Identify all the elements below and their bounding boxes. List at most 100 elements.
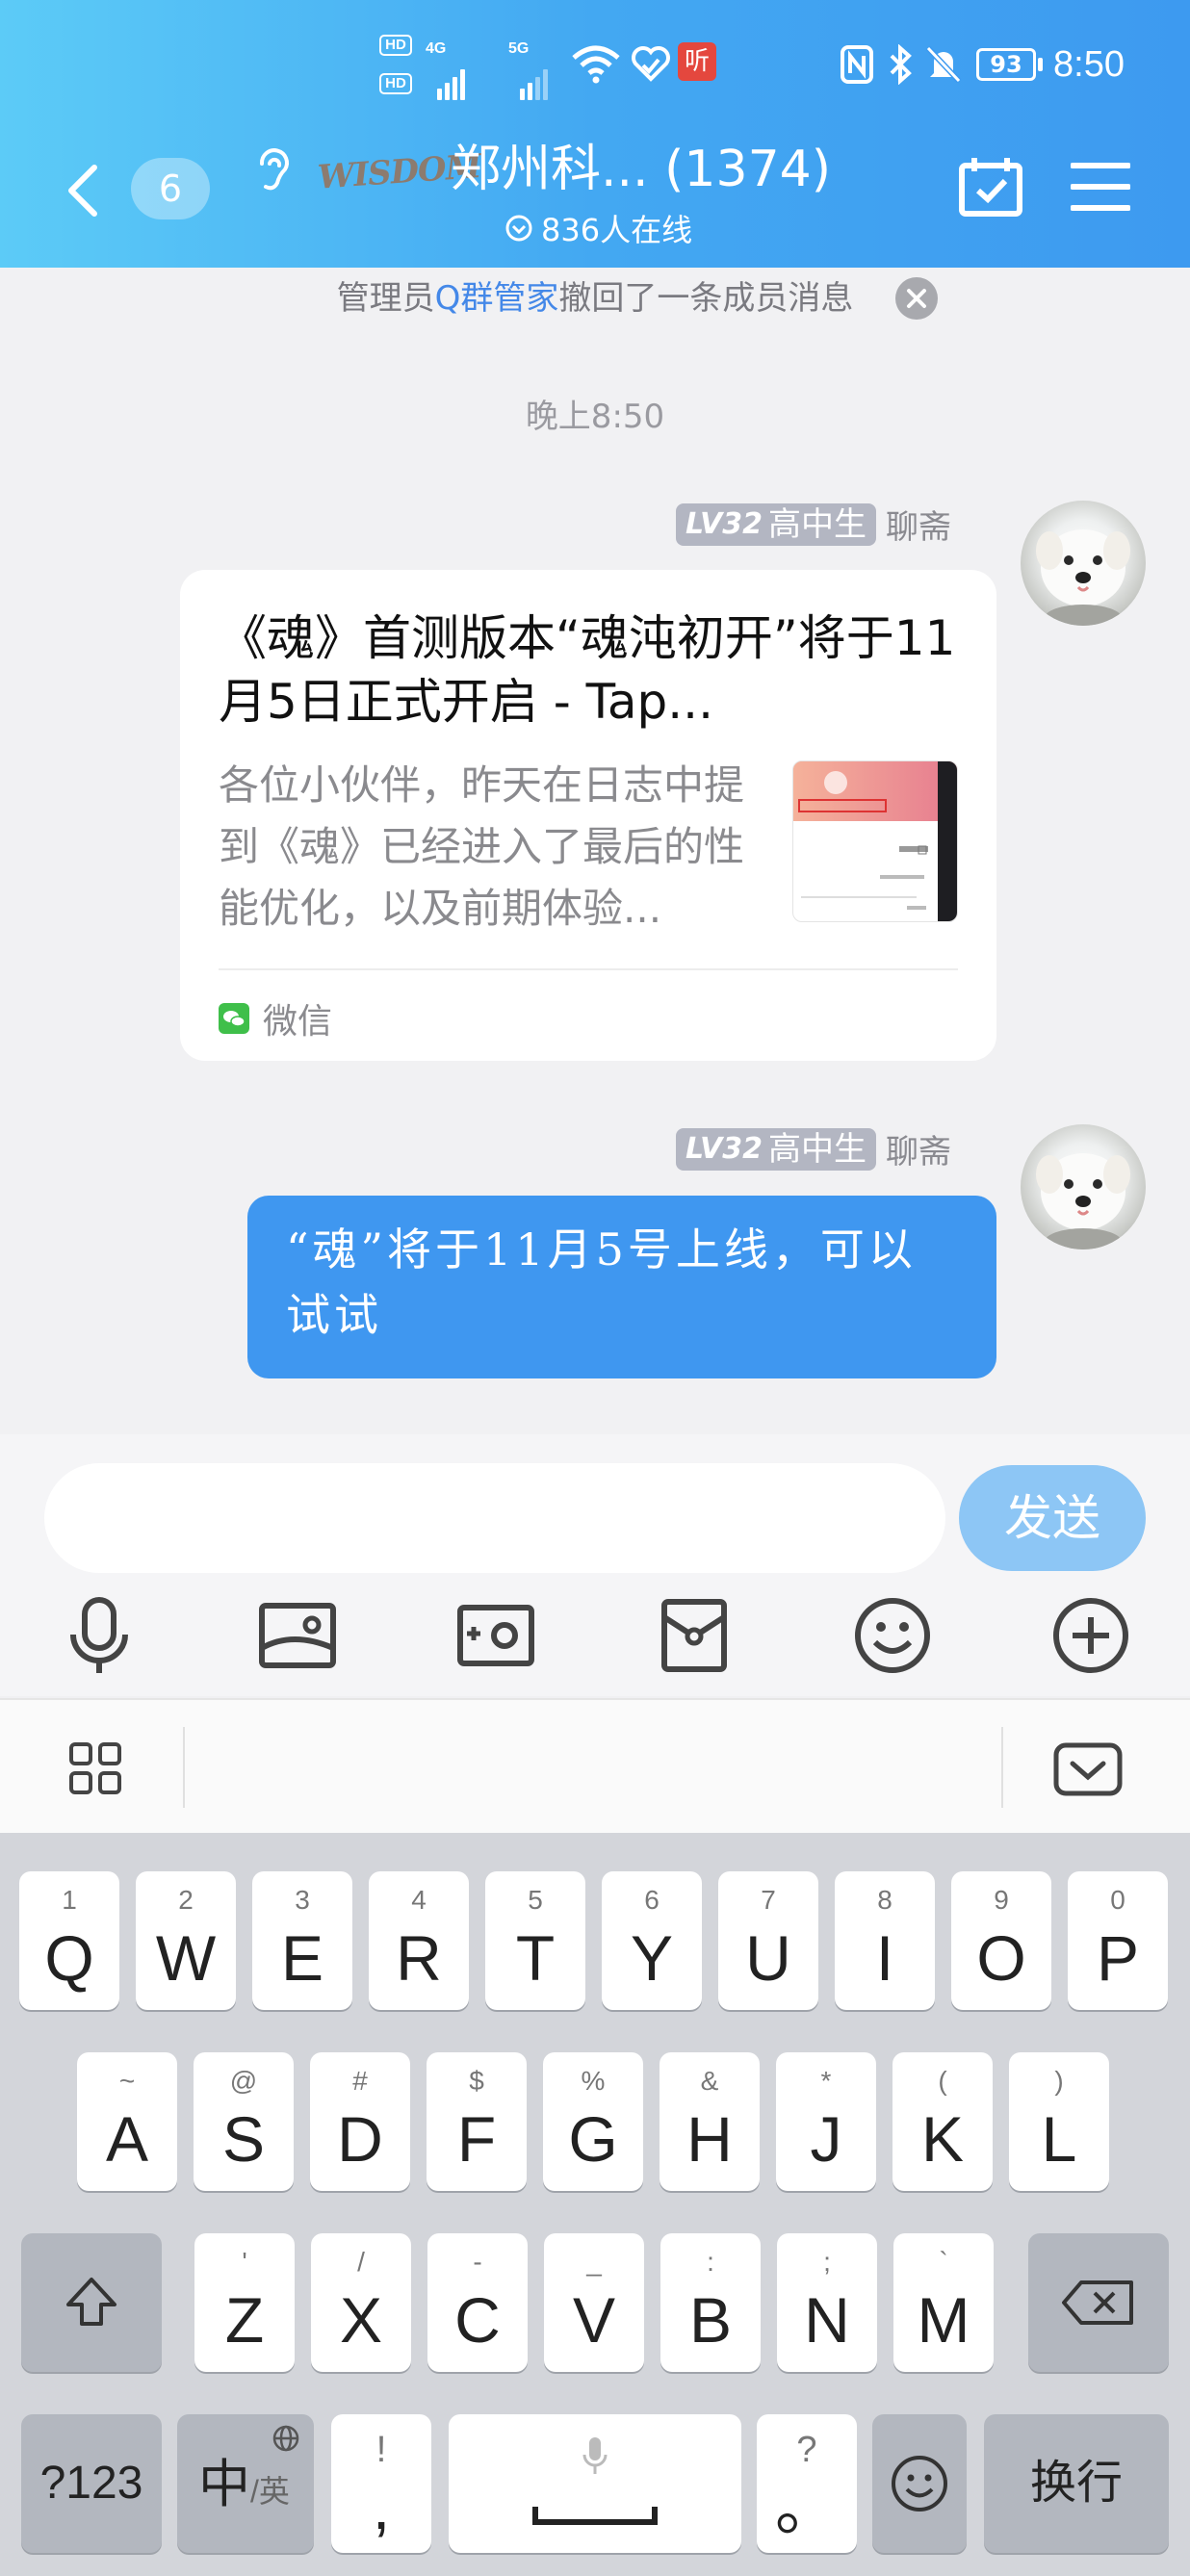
- task-calendar-icon[interactable]: [957, 154, 1024, 219]
- avatar[interactable]: [1021, 501, 1146, 626]
- key-x[interactable]: / X: [311, 2233, 411, 2372]
- sender-name[interactable]: 聊斋: [886, 501, 951, 548]
- key-k[interactable]: (K: [892, 2052, 993, 2191]
- signal-icon-2: [520, 54, 548, 100]
- key-sub-label: 0: [1110, 1885, 1125, 1915]
- level-title: 高中生: [767, 1129, 867, 1169]
- microphone-icon[interactable]: [56, 1592, 142, 1679]
- camera-icon[interactable]: [453, 1592, 539, 1679]
- key-s[interactable]: @ S: [194, 2052, 294, 2191]
- key-n[interactable]: ; N: [777, 2233, 877, 2372]
- backspace-key[interactable]: [1028, 2233, 1169, 2372]
- card-thumbnail: [792, 760, 958, 922]
- key-sub-label: ~: [118, 2066, 136, 2096]
- image-icon[interactable]: [254, 1592, 341, 1679]
- menu-icon[interactable]: [1071, 160, 1130, 214]
- key-f[interactable]: $ F: [427, 2052, 527, 2191]
- online-count[interactable]: 836人在线: [504, 206, 692, 250]
- red-packet-icon[interactable]: [651, 1592, 737, 1679]
- ear-icon[interactable]: [252, 144, 295, 193]
- key-main-label: O: [976, 1922, 1026, 1994]
- enter-key[interactable]: 换行: [984, 2414, 1169, 2553]
- recall-notice: 管理员Q群管家撤回了一条成员消息: [0, 270, 1190, 327]
- heart-link-icon: [632, 46, 670, 82]
- key-d[interactable]: # D: [310, 2052, 410, 2191]
- clock: 8:50: [1053, 44, 1125, 85]
- key-u[interactable]: 7U: [718, 1871, 818, 2010]
- voice-input-icon: [582, 2437, 608, 2474]
- key-main-label: R: [396, 1922, 442, 1994]
- group-logo: WISDOM: [316, 146, 482, 197]
- unread-count-badge[interactable]: 6: [131, 158, 210, 219]
- key-m[interactable]: ` M: [893, 2233, 994, 2372]
- bluetooth-icon: [890, 44, 912, 85]
- key-main-label: K: [920, 2103, 965, 2175]
- key-main-label: A: [105, 2103, 149, 2175]
- send-button[interactable]: 发送: [959, 1465, 1146, 1571]
- sender-name[interactable]: 聊斋: [886, 1125, 951, 1172]
- lang-sub-label: /英: [250, 2474, 290, 2509]
- key-t[interactable]: 5T: [485, 1871, 585, 2010]
- key-v[interactable]: _ V: [544, 2233, 644, 2372]
- emoji-icon[interactable]: [849, 1592, 936, 1679]
- ime-toolbar: [0, 1698, 1190, 1833]
- key-sub-label: (: [938, 2066, 947, 2096]
- key-sub-label: &: [700, 2066, 719, 2096]
- key-o[interactable]: 9O: [951, 1871, 1051, 2010]
- chat-header: HD HD 4G 5G 听 93 8:50 6 WISDOM 郑州科... (1…: [0, 0, 1190, 268]
- key-e[interactable]: 3E: [252, 1871, 352, 2010]
- key-l[interactable]: ) L: [1009, 2052, 1109, 2191]
- message-input[interactable]: [44, 1463, 945, 1573]
- backspace-icon: [1062, 2280, 1133, 2325]
- key-i[interactable]: 8I: [835, 1871, 935, 2010]
- key-main-label: C: [454, 2284, 501, 2356]
- period-key[interactable]: ? 。: [757, 2414, 857, 2553]
- key-b[interactable]: :B: [660, 2233, 761, 2372]
- key-j[interactable]: * J: [776, 2052, 876, 2191]
- sender-row-1: LV32 高中生 聊斋: [676, 501, 951, 548]
- key-main-label: W: [155, 1922, 217, 1994]
- key-main-label: N: [804, 2284, 850, 2356]
- key-main-label: S: [221, 2103, 266, 2175]
- hide-keyboard-icon[interactable]: [1053, 1742, 1123, 1796]
- sender-row-2: LV32 高中生 聊斋: [676, 1125, 951, 1172]
- key-sub-label: 7: [761, 1885, 776, 1915]
- period-main-label: 。: [775, 2471, 839, 2542]
- key-r[interactable]: 4R: [369, 1871, 469, 2010]
- key-c[interactable]: -C: [427, 2233, 528, 2372]
- key-main-label: Y: [630, 1922, 674, 1994]
- notice-admin-link[interactable]: Q群管家: [435, 279, 559, 318]
- key-a[interactable]: ~ A: [77, 2052, 177, 2191]
- keyboard: 1Q2W3E4R5T6Y7U8I9O0P ~ A @ S # D $ F% G & H * J(K) L …: [0, 1833, 1190, 2576]
- key-sub-label: 6: [644, 1885, 660, 1915]
- text-message-bubble[interactable]: “魂”将于11月5号上线，可以试试: [247, 1196, 996, 1378]
- emoji-key[interactable]: [872, 2414, 967, 2553]
- group-title[interactable]: 郑州科... (1374): [451, 139, 831, 200]
- language-switch-key[interactable]: 中/英: [177, 2414, 314, 2553]
- key-y[interactable]: 6Y: [602, 1871, 702, 2010]
- symbols-key[interactable]: ?123: [21, 2414, 162, 2553]
- key-g[interactable]: % G: [543, 2052, 643, 2191]
- plus-icon[interactable]: [1048, 1592, 1134, 1679]
- key-main-label: L: [1041, 2103, 1077, 2175]
- card-title: 《魂》首测版本“魂沌初开”将于11月5日正式开启 - Tap...: [219, 610, 956, 730]
- link-card[interactable]: 《魂》首测版本“魂沌初开”将于11月5日正式开启 - Tap... 各位小伙伴，…: [180, 570, 996, 1061]
- key-h[interactable]: & H: [660, 2052, 760, 2191]
- key-sub-label: %: [581, 2066, 606, 2096]
- space-key[interactable]: [449, 2414, 741, 2553]
- shift-key[interactable]: [21, 2233, 162, 2372]
- key-w[interactable]: 2W: [136, 1871, 236, 2010]
- comma-key[interactable]: ! ,: [331, 2414, 431, 2553]
- battery-cap: [1038, 58, 1043, 71]
- grid-apps-icon[interactable]: [67, 1740, 125, 1798]
- key-q[interactable]: 1Q: [19, 1871, 119, 2010]
- card-source-label: 微信: [263, 1002, 333, 1042]
- key-z[interactable]: ' Z: [194, 2233, 295, 2372]
- close-notice-icon[interactable]: [895, 277, 938, 320]
- key-sub-label: ): [1054, 2066, 1064, 2096]
- period-sub-label: ?: [796, 2430, 817, 2470]
- avatar[interactable]: [1021, 1124, 1146, 1249]
- back-arrow-icon[interactable]: [64, 162, 102, 219]
- key-p[interactable]: 0P: [1068, 1871, 1168, 2010]
- key-sub-label: `: [939, 2247, 948, 2277]
